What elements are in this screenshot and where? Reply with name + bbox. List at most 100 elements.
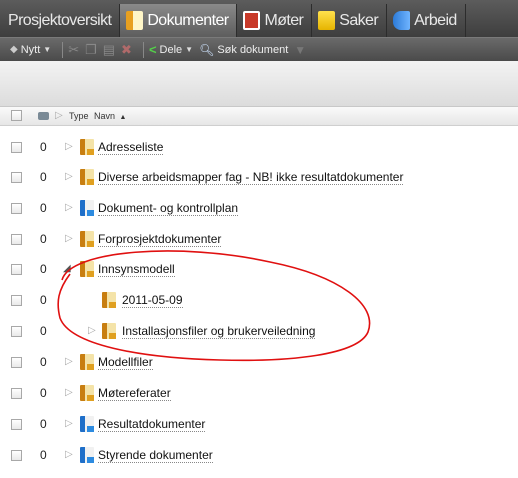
search-label: Søk dokument [217, 43, 289, 56]
row-checkbox[interactable] [11, 203, 22, 214]
document-folder-icon [126, 11, 144, 30]
delete-icon[interactable]: ✖ [121, 42, 132, 58]
comment-count: 0 [40, 324, 47, 338]
folder-icon [80, 354, 94, 370]
folder-name[interactable]: Møtereferater [98, 386, 171, 401]
share-icon: < [148, 42, 157, 57]
expand-arrow-icon[interactable]: ▷ [65, 449, 73, 460]
folder-icon [80, 416, 94, 432]
workflow-icon [393, 11, 411, 30]
folder-icon [80, 261, 94, 277]
filter-icon[interactable]: ▼ [294, 43, 306, 57]
select-all-checkbox[interactable] [11, 110, 22, 121]
list-item[interactable]: 0 2011-05-09 [0, 285, 518, 315]
note-icon [318, 11, 336, 30]
sort-ascending-icon: ▲ [119, 114, 127, 121]
list-item[interactable]: 0 ▷ Installasjonsfiler og brukerveiledni… [0, 316, 518, 346]
comment-count: 0 [40, 293, 47, 307]
row-checkbox[interactable] [11, 295, 22, 306]
row-checkbox[interactable] [11, 142, 22, 153]
row-checkbox[interactable] [11, 234, 22, 245]
list-item[interactable]: 0 ▷ Resultatdokumenter [0, 409, 518, 439]
list-item[interactable]: 0 ▷ Møtereferater [0, 378, 518, 408]
folder-icon [102, 292, 116, 308]
folder-name[interactable]: Resultatdokumenter [98, 417, 206, 432]
tab-label: Prosjektoversikt [8, 11, 112, 29]
row-checkbox[interactable] [11, 264, 22, 275]
column-header-name[interactable]: Navn ▲ [94, 111, 126, 121]
expand-arrow-icon[interactable]: ▷ [65, 202, 73, 213]
expand-arrow-icon[interactable]: ▷ [65, 387, 73, 398]
list-item[interactable]: 0 ▷ Dokument- og kontrollplan [0, 193, 518, 223]
cut-icon[interactable]: ✂ [68, 42, 79, 58]
folder-icon [102, 323, 116, 339]
comment-icon [38, 112, 49, 120]
folder-icon [80, 200, 94, 216]
share-label: Dele [159, 43, 183, 56]
folder-icon [80, 139, 94, 155]
folder-name[interactable]: Dokument- og kontrollplan [98, 201, 239, 216]
toolbar-separator [142, 41, 144, 58]
tab-prosjektoversikt[interactable]: Prosjektoversikt [2, 4, 121, 37]
comment-count: 0 [40, 448, 47, 462]
row-checkbox[interactable] [11, 450, 22, 461]
list-item[interactable]: 0 ▷ Forprosjektdokumenter [0, 224, 518, 254]
tab-arbeid[interactable]: Arbeid [387, 4, 466, 37]
tab-moter[interactable]: Møter [237, 4, 313, 37]
comment-count: 0 [40, 201, 47, 215]
folder-name[interactable]: Diverse arbeidsmapper fag - NB! ikke res… [98, 170, 404, 185]
folder-icon [80, 231, 94, 247]
expand-arrow-icon[interactable]: ▷ [65, 418, 73, 429]
folder-name[interactable]: Innsynsmodell [98, 262, 175, 277]
list-item[interactable]: 0 ▷ Diverse arbeidsmapper fag - NB! ikke… [0, 162, 518, 192]
folder-name[interactable]: Modellfiler [98, 355, 153, 370]
expand-arrow-icon[interactable]: ▷ [65, 356, 73, 367]
copy-icon[interactable]: ❐ [85, 42, 97, 58]
tab-saker[interactable]: Saker [312, 4, 388, 37]
tab-label: Møter [264, 11, 304, 29]
folder-name[interactable]: Adresseliste [98, 140, 164, 155]
row-checkbox[interactable] [11, 388, 22, 399]
expand-arrow-icon[interactable]: ▷ [88, 325, 96, 336]
column-header-type[interactable]: Type [69, 111, 89, 121]
comment-count: 0 [40, 170, 47, 184]
comment-count: 0 [40, 386, 47, 400]
collapse-arrow-icon[interactable]: ◢ [63, 263, 71, 274]
comment-count: 0 [40, 417, 47, 431]
expand-arrow-icon[interactable]: ▷ [65, 233, 73, 244]
row-checkbox[interactable] [11, 419, 22, 430]
module-tab-bar: Prosjektoversikt Dokumenter Møter Saker … [0, 0, 518, 37]
list-item[interactable]: 0 ▷ Modellfiler [0, 347, 518, 377]
folder-icon [80, 169, 94, 185]
chevron-down-icon: ▼ [43, 45, 52, 54]
list-item[interactable]: 0 ▷ Adresseliste [0, 132, 518, 162]
tab-label: Dokumenter [147, 11, 229, 29]
list-header: ▷ Type Navn ▲ [0, 107, 518, 126]
expand-arrow-icon[interactable]: ▷ [65, 141, 73, 152]
list-item[interactable]: 0 ▷ Styrende dokumenter [0, 440, 518, 470]
row-checkbox[interactable] [11, 357, 22, 368]
expand-arrow-icon[interactable]: ▷ [65, 171, 73, 182]
row-checkbox[interactable] [11, 172, 22, 183]
new-button[interactable]: ◆ Nytt ▼ [10, 44, 51, 56]
comment-count: 0 [40, 140, 47, 154]
filter-strip [0, 61, 518, 107]
tab-dokumenter[interactable]: Dokumenter [120, 4, 238, 37]
comment-count: 0 [40, 355, 47, 369]
share-button[interactable]: < Dele ▼ [149, 42, 193, 57]
folder-name[interactable]: Styrende dokumenter [98, 448, 213, 463]
row-checkbox[interactable] [11, 326, 22, 337]
expand-all-icon[interactable]: ▷ [55, 110, 63, 121]
folder-name[interactable]: Forprosjektdokumenter [98, 232, 222, 247]
tab-label: Arbeid [414, 11, 457, 29]
list-item[interactable]: 0 ◢ Innsynsmodell [0, 254, 518, 284]
toolbar-separator [62, 41, 64, 58]
paste-icon[interactable]: ▤ [103, 42, 115, 58]
toolbar: ◆ Nytt ▼ ✂ ❐ ▤ ✖ < Dele ▼ 🔍︎ Søk dokumen… [0, 37, 518, 61]
new-label: Nytt [20, 43, 41, 56]
folder-icon [80, 385, 94, 401]
tab-label: Saker [339, 11, 379, 29]
folder-name[interactable]: 2011-05-09 [122, 293, 183, 308]
search-document-button[interactable]: 🔍︎ Søk dokument ▼ [199, 43, 306, 57]
folder-name[interactable]: Installasjonsfiler og brukerveiledning [122, 324, 316, 339]
